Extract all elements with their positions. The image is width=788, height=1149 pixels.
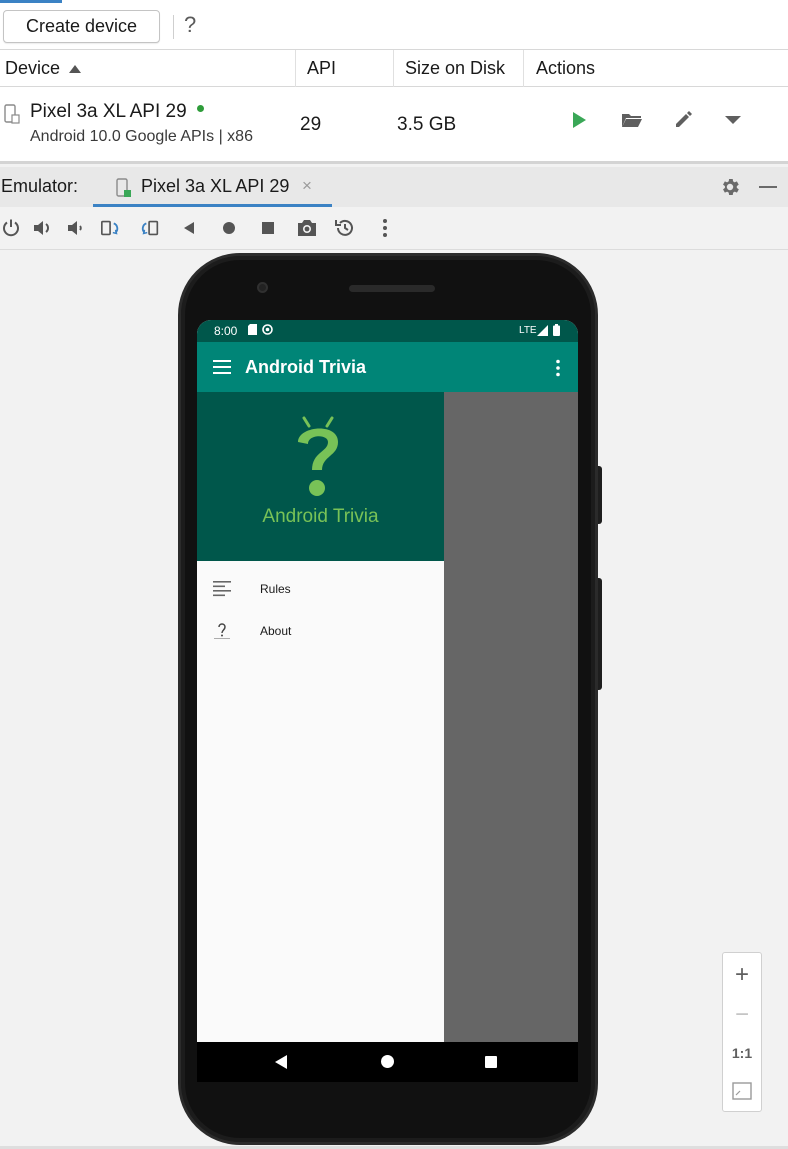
overview-button[interactable]	[257, 217, 279, 239]
app-title: Android Trivia	[245, 357, 367, 377]
device-api-value: 29	[300, 114, 322, 135]
phone-screen[interactable]: 8:00 LTE Android Trivia ivia Android Tri…	[197, 320, 578, 1042]
close-icon[interactable]: ×	[302, 176, 312, 196]
device-manager-panel: Create device ? Device API Size on Disk …	[0, 0, 788, 164]
sync-icon	[262, 324, 273, 335]
play-icon	[573, 112, 586, 128]
table-row[interactable]: Pixel 3a XL API 29 Android 10.0 Google A…	[0, 88, 788, 161]
screenshot-button[interactable]	[296, 217, 318, 239]
emulator-toolbar	[0, 207, 788, 250]
device-size-value: 3.5 GB	[397, 114, 457, 135]
sort-ascending-icon	[69, 64, 82, 73]
toolbar-divider	[173, 15, 174, 39]
column-actions[interactable]: Actions	[523, 50, 788, 87]
network-type: LTE	[519, 325, 537, 336]
system-navigation-bar	[197, 1042, 578, 1082]
device-subtitle: Android 10.0 Google APIs | x86	[30, 128, 253, 145]
edit-icon	[676, 111, 692, 127]
zoom-actual-size-button[interactable]: 1:1	[723, 1035, 761, 1071]
snapshot-icon	[335, 219, 353, 236]
column-device[interactable]: Device	[0, 50, 294, 87]
status-notification-icons	[248, 324, 273, 335]
tab-emulator-device[interactable]: Pixel 3a XL API 29 ×	[93, 167, 332, 207]
rotate-right-icon	[141, 220, 159, 236]
recents-icon[interactable]	[485, 1056, 497, 1068]
overflow-menu-icon[interactable]	[555, 359, 561, 377]
signal-icon	[537, 325, 548, 336]
device-name: Pixel 3a XL API 29	[30, 101, 204, 123]
create-device-button[interactable]: Create device	[3, 10, 160, 43]
about-icon	[214, 623, 230, 639]
volume-up-button[interactable]	[32, 217, 54, 239]
edit-device-button[interactable]	[671, 108, 695, 132]
column-api[interactable]: API	[295, 50, 392, 87]
home-icon[interactable]	[381, 1055, 394, 1068]
more-actions-button[interactable]	[721, 108, 745, 132]
drawer-item-label: Rules	[260, 582, 291, 596]
home-icon	[223, 222, 235, 234]
device-name-text: Pixel 3a XL API 29	[30, 101, 187, 122]
volume-down-button[interactable]	[65, 217, 87, 239]
more-icon	[383, 219, 387, 237]
snapshot-button[interactable]	[334, 217, 356, 239]
front-camera	[257, 282, 268, 293]
emulator-label: Emulator:	[1, 176, 79, 196]
volume-up-icon	[34, 221, 49, 235]
rotate-right-button[interactable]	[139, 217, 161, 239]
hamburger-menu-icon[interactable]	[213, 360, 231, 374]
show-on-disk-button[interactable]	[620, 108, 644, 132]
device-manager-toolbar: Create device ?	[0, 3, 788, 47]
back-button[interactable]	[178, 217, 200, 239]
dropdown-icon	[725, 116, 741, 124]
back-icon	[184, 222, 194, 234]
app-bar: Android Trivia	[197, 342, 578, 392]
android-trivia-logo-icon	[298, 416, 338, 496]
online-status-dot	[196, 105, 204, 112]
phone-device-icon	[116, 178, 131, 197]
overview-icon	[262, 222, 274, 234]
rotate-left-icon	[101, 220, 119, 236]
gear-icon[interactable]	[719, 176, 741, 198]
phone-device-icon	[4, 104, 20, 124]
fit-screen-icon	[732, 1082, 752, 1100]
power-icon	[3, 219, 19, 237]
navigation-drawer: Android Trivia Rules About	[197, 392, 444, 1042]
status-bar: 8:00 LTE	[197, 320, 578, 342]
zoom-fit-button[interactable]	[723, 1073, 761, 1109]
launch-button[interactable]	[567, 108, 591, 132]
device-table-header: Device API Size on Disk Actions	[0, 49, 788, 87]
volume-down-icon	[68, 221, 82, 235]
rules-icon	[213, 581, 231, 597]
zoom-in-button[interactable]: +	[723, 957, 761, 993]
earpiece-speaker	[349, 285, 435, 292]
back-icon[interactable]	[275, 1055, 287, 1069]
zoom-out-button[interactable]: −	[723, 997, 761, 1033]
column-device-label: Device	[5, 58, 61, 78]
battery-icon	[553, 324, 560, 336]
drawer-header: Android Trivia	[197, 392, 444, 561]
sd-card-icon	[248, 324, 257, 335]
status-time: 8:00	[214, 324, 238, 338]
drawer-item-rules[interactable]: Rules	[197, 568, 444, 610]
more-options-button[interactable]	[374, 217, 396, 239]
minimize-icon[interactable]	[759, 186, 777, 188]
screenshot-icon	[298, 220, 316, 236]
zoom-controls: + − 1:1	[722, 952, 762, 1112]
tab-title: Pixel 3a XL API 29	[141, 176, 290, 196]
power-button[interactable]	[0, 217, 22, 239]
rotate-left-button[interactable]	[100, 217, 122, 239]
column-size[interactable]: Size on Disk	[393, 50, 522, 87]
emulator-header: Emulator: Pixel 3a XL API 29 ×	[0, 167, 788, 207]
folder-icon	[622, 114, 642, 127]
help-icon[interactable]: ?	[184, 12, 196, 38]
home-button[interactable]	[218, 217, 240, 239]
drawer-item-about[interactable]: About	[197, 610, 444, 652]
drawer-item-label: About	[260, 624, 292, 638]
drawer-brand-title: Android Trivia	[262, 506, 379, 527]
